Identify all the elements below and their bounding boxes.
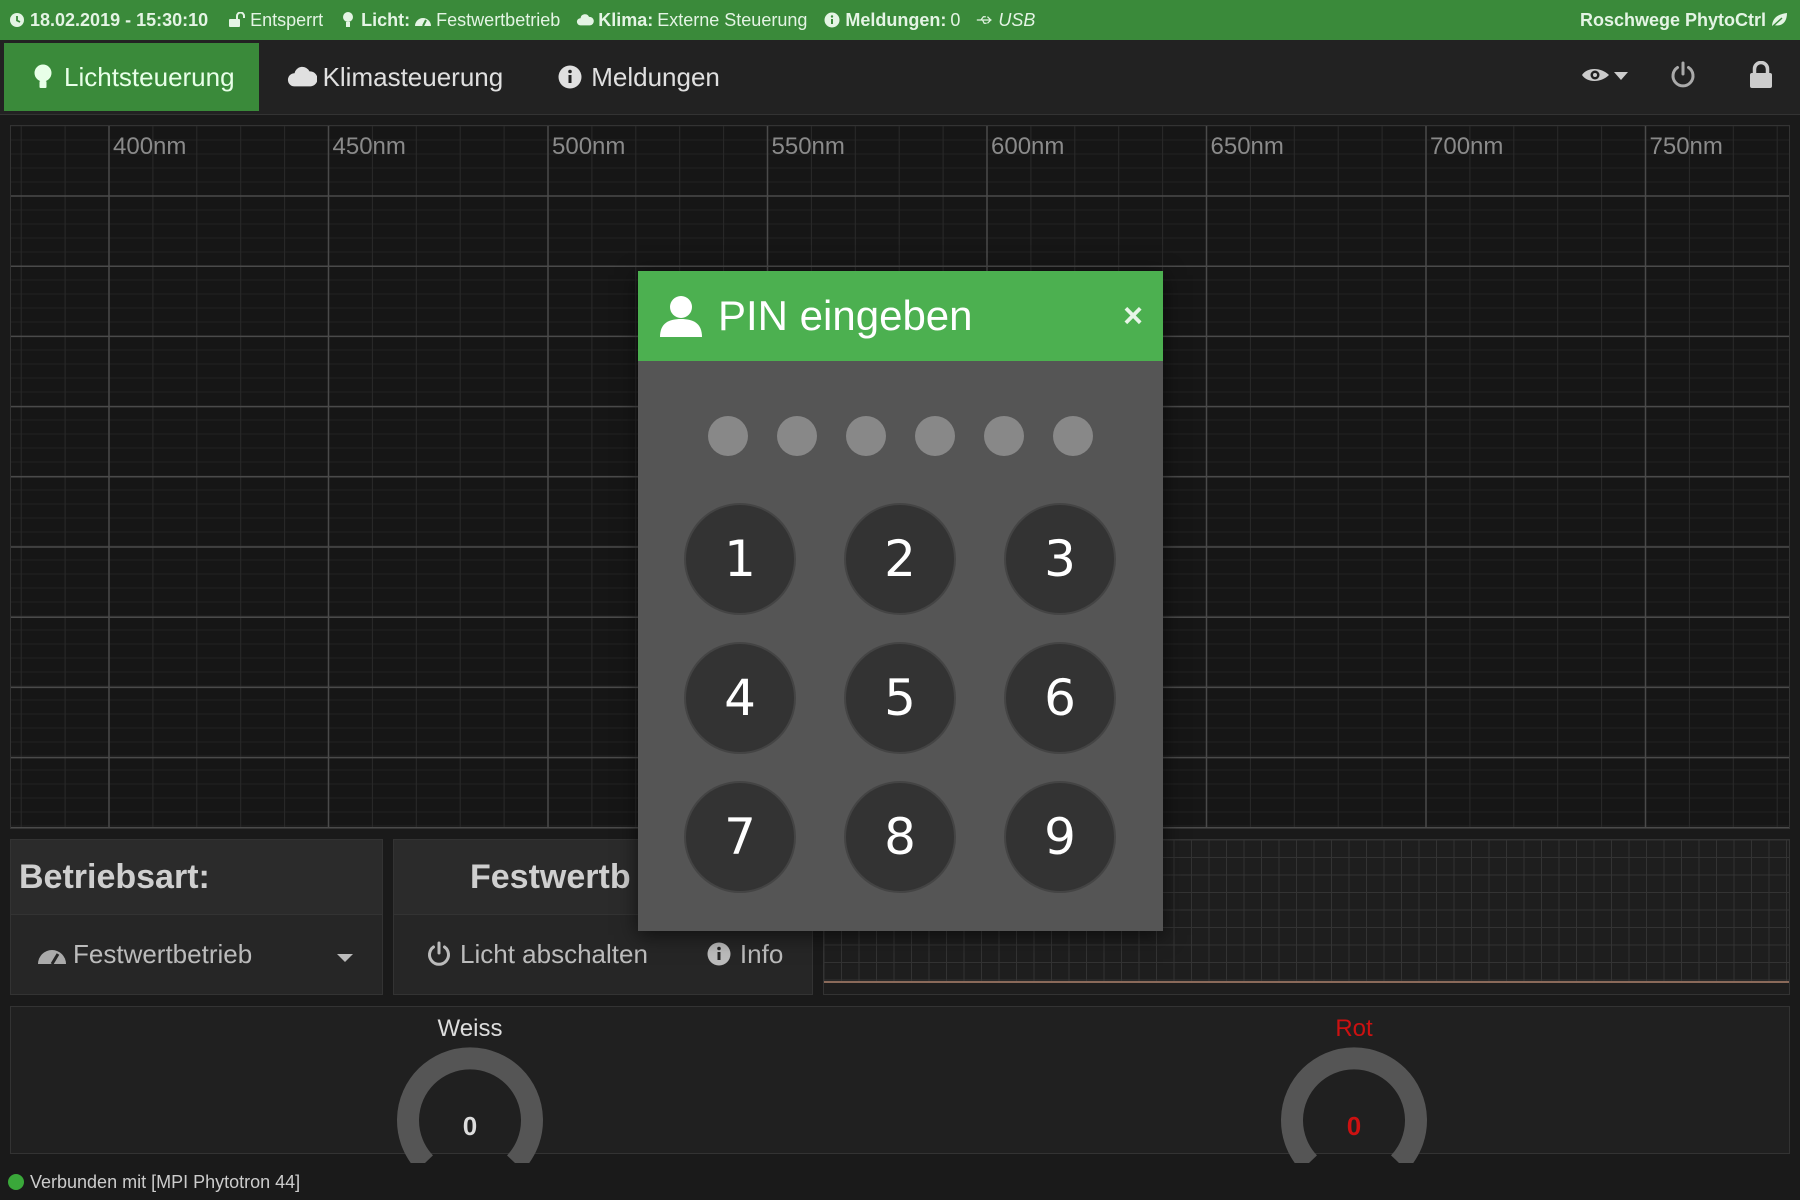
key-3[interactable]: 3 [1004,503,1116,615]
tab-label: Meldungen [591,61,720,92]
climate-label: Klima: [598,9,654,30]
tick-label: 600nm [991,133,1064,160]
caret-down-icon [336,939,354,970]
tick-label: 550nm [772,133,845,160]
gauge-value: 0 [1346,1111,1362,1141]
status-climate: Klima: Externe Steuerung [576,10,807,31]
connection-footer: Verbunden mit [MPI Phytotron 44] [0,1164,1800,1200]
tab-klimasteuerung[interactable]: Klimasteuerung [263,43,528,111]
tab-meldungen[interactable]: Meldungen [531,43,744,111]
tick-label: 450nm [333,133,406,160]
gauge-label: Rot [1335,1015,1373,1042]
key-4[interactable]: 4 [684,642,796,754]
lock-state-text: Entsperrt [250,9,324,30]
power-icon [1669,61,1697,94]
power-button[interactable] [1644,47,1722,107]
climate-value: Externe Steuerung [657,9,808,30]
lock-icon [1749,60,1773,94]
connection-type: USB [998,9,1036,30]
mode-panel: Betriebsart: Festwertbetrieb [10,839,383,995]
usb-icon [976,11,994,29]
view-menu-button[interactable] [1566,47,1644,107]
lock-button[interactable] [1722,47,1800,107]
power-icon [424,939,454,969]
status-lock: Entsperrt [228,10,323,31]
cloud-icon [576,11,595,29]
key-8[interactable]: 8 [844,781,956,893]
mode-panel-title: Betriebsart: [11,840,382,915]
lightbulb-icon [28,62,58,92]
lightbulb-icon [339,11,357,29]
brand: Roschwege PhytoCtrl [1580,10,1792,31]
info-icon [704,939,734,969]
close-button[interactable]: × [1123,297,1143,336]
status-light: Licht: Festwertbetrieb [339,10,560,31]
key-6[interactable]: 6 [1004,642,1116,754]
gauge-value: 0 [462,1111,478,1141]
info-button[interactable]: Info [704,939,783,970]
tick-label: 700nm [1430,133,1503,160]
status-bar: 18.02.2019 - 15:30:10 Entsperrt Licht: F… [0,0,1800,40]
connection-status-text: Verbunden mit [MPI Phytotron 44] [30,1171,301,1192]
pin-indicator [708,416,1122,456]
mode-select[interactable]: Festwertbetrieb [11,915,382,993]
user-icon [658,293,704,339]
gauge-arc [397,1047,543,1171]
messages-count: 0 [950,9,961,30]
tick-label: 400nm [113,133,186,160]
status-connection: USB [976,10,1035,31]
unlock-icon [228,11,246,29]
light-off-button[interactable]: Licht abschalten [424,939,648,970]
clock-icon [8,11,26,29]
pin-dot [1053,416,1093,456]
nav-actions [1566,47,1800,107]
brand-name: Roschwege PhytoCtrl [1579,9,1766,30]
tab-lichtsteuerung[interactable]: Lichtsteuerung [4,43,259,111]
gauge-arc [1281,1047,1427,1171]
gauge-rot: Rot 0 [1274,1015,1434,1171]
pin-dot [984,416,1024,456]
messages-label: Meldungen: [845,9,947,30]
key-7[interactable]: 7 [684,781,796,893]
leaf-icon [1770,11,1788,29]
status-messages: Meldungen: 0 [823,10,960,31]
light-label: Licht: [361,9,411,30]
mode-select-value: Festwertbetrieb [73,938,253,969]
caret-down-icon [1613,68,1629,86]
light-off-label: Licht abschalten [460,938,648,969]
tick-label: 500nm [552,133,625,160]
cloud-icon [287,62,317,92]
pin-dialog-title: PIN eingeben [718,292,973,339]
pin-dot [777,416,817,456]
info-label: Info [739,938,784,969]
pin-dot [846,416,886,456]
pin-dot [915,416,955,456]
eye-icon [1581,65,1613,90]
key-1[interactable]: 1 [684,503,796,615]
gauge-label: Weiss [437,1015,503,1042]
status-datetime: 18.02.2019 - 15:30:10 [8,10,212,31]
channel-gauges: Weiss 0 Rot 0 [10,1006,1790,1171]
tab-label: Lichtsteuerung [64,61,235,92]
gauge-icon [414,11,432,29]
info-icon [555,62,585,92]
key-2[interactable]: 2 [844,503,956,615]
connected-indicator-icon [8,1174,24,1190]
light-value: Festwertbetrieb [436,9,561,30]
tick-label: 650nm [1211,133,1284,160]
pin-dialog: PIN eingeben × 1 2 3 4 5 6 7 8 9 [638,271,1163,931]
gauge-weiss: Weiss 0 [390,1015,550,1171]
gauge-icon [37,939,67,969]
main-nav: Lichtsteuerung Klimasteuerung Meldungen [0,40,1800,115]
pin-dot [708,416,748,456]
pin-dialog-header: PIN eingeben × [638,271,1163,361]
datetime-text: 18.02.2019 - 15:30:10 [30,9,209,30]
key-5[interactable]: 5 [844,642,956,754]
info-icon [823,11,841,29]
tab-label: Klimasteuerung [322,61,504,92]
tick-label: 750nm [1650,133,1723,160]
key-9[interactable]: 9 [1004,781,1116,893]
